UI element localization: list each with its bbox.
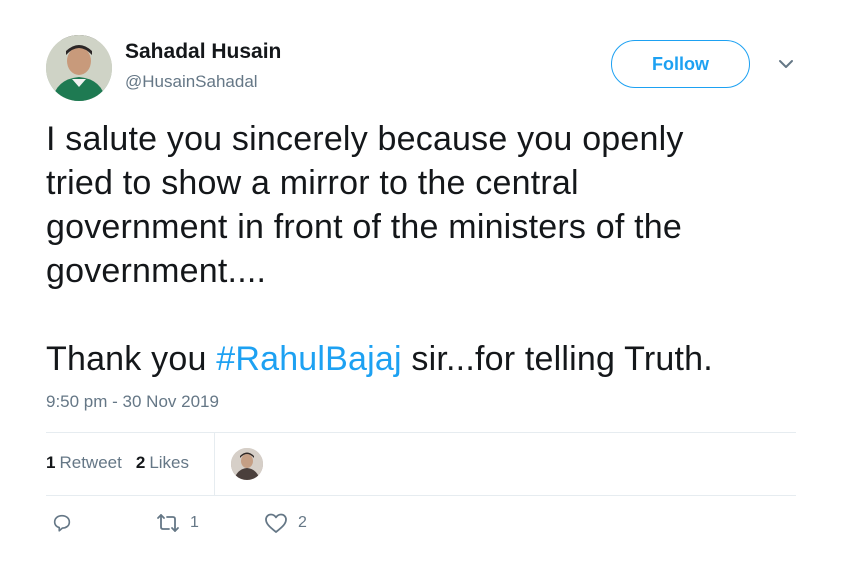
retweet-button[interactable]: 1 [156,512,199,534]
divider [46,432,796,433]
tweet-line: tried to show a mirror to the central [46,164,579,202]
stats-divider [214,433,215,495]
tweet-timestamp[interactable]: 9:50 pm - 30 Nov 2019 [46,392,219,412]
retweet-icon [157,514,179,532]
tweet-line: government.... [46,252,267,290]
liker-avatar-image [231,448,263,480]
likes-count: 2 [135,453,146,472]
tweet-text-segment: sir...for telling Truth. [401,340,713,378]
author-name[interactable]: Sahadal Husain [125,40,281,64]
retweet-count: 1 [190,514,199,531]
retweets-stat[interactable]: 1 Retweet [46,453,122,473]
avatar-image [46,35,112,101]
tweet-text: I salute you sincerely because you openl… [46,117,806,381]
hashtag-link[interactable]: #RahulBajaj [216,340,402,378]
follow-button[interactable]: Follow [611,40,750,88]
heart-icon [265,513,287,533]
chevron-down-icon[interactable] [776,56,796,72]
retweets-count: 1 [46,453,56,472]
author-handle[interactable]: @HusainSahadal [125,72,258,92]
likes-stat[interactable]: 2 Likes [136,453,189,473]
retweets-label: Retweet [59,453,122,472]
divider [46,495,796,496]
likes-label: Likes [149,453,189,472]
liker-avatar[interactable] [230,447,264,481]
tweet-text-segment: Thank you [46,340,217,378]
tweet-line: I salute you sincerely because you openl… [46,120,684,158]
tweet-line: government in front of the ministers of … [46,208,683,246]
like-count: 2 [298,514,307,531]
reply-button[interactable] [51,512,73,534]
tweet-paragraph: Thank you #RahulBajaj sir...for telling … [46,337,806,381]
like-button[interactable]: 2 [264,512,307,534]
tweet-stats: 1 Retweet 2 Likes [46,453,189,473]
author-avatar[interactable] [46,35,112,101]
reply-icon [53,514,71,532]
